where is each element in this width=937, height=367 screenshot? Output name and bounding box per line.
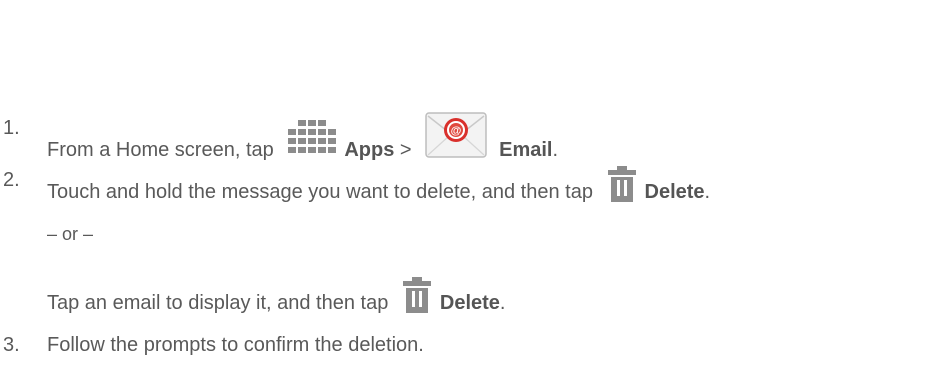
delete-label: Delete — [439, 292, 500, 314]
step-text-after: . — [552, 139, 559, 161]
step-number: 3. — [3, 334, 20, 356]
email-label: Email — [499, 139, 553, 161]
step-text: Touch and hold the message you want to d… — [47, 166, 711, 204]
trash-icon — [607, 166, 636, 202]
step-text-after: . — [499, 292, 506, 314]
trash-icon — [402, 277, 431, 313]
step-text: Tap an email to display it, and then tap… — [47, 277, 506, 315]
or-text: – or – — [47, 224, 94, 244]
svg-text:@: @ — [451, 125, 462, 137]
step-text: From a Home screen, tap Apps > @ Email. — [47, 112, 559, 162]
step-text-before: Touch and hold the message you want to d… — [47, 181, 599, 203]
step-text-before: From a Home screen, tap — [47, 139, 280, 161]
step-number: 1. — [3, 117, 20, 139]
separator: > — [394, 139, 418, 161]
step-text-before: Tap an email to display it, and then tap — [47, 292, 394, 314]
apps-grid-icon — [282, 120, 342, 160]
delete-label: Delete — [644, 181, 705, 203]
or-separator: – or – — [47, 222, 93, 246]
email-envelope-icon: @ — [425, 112, 487, 158]
step-text: Follow the prompts to confirm the deleti… — [47, 334, 424, 356]
step-number: 2. — [3, 169, 20, 191]
apps-label: Apps — [344, 139, 395, 161]
step-text-after: . — [704, 181, 711, 203]
